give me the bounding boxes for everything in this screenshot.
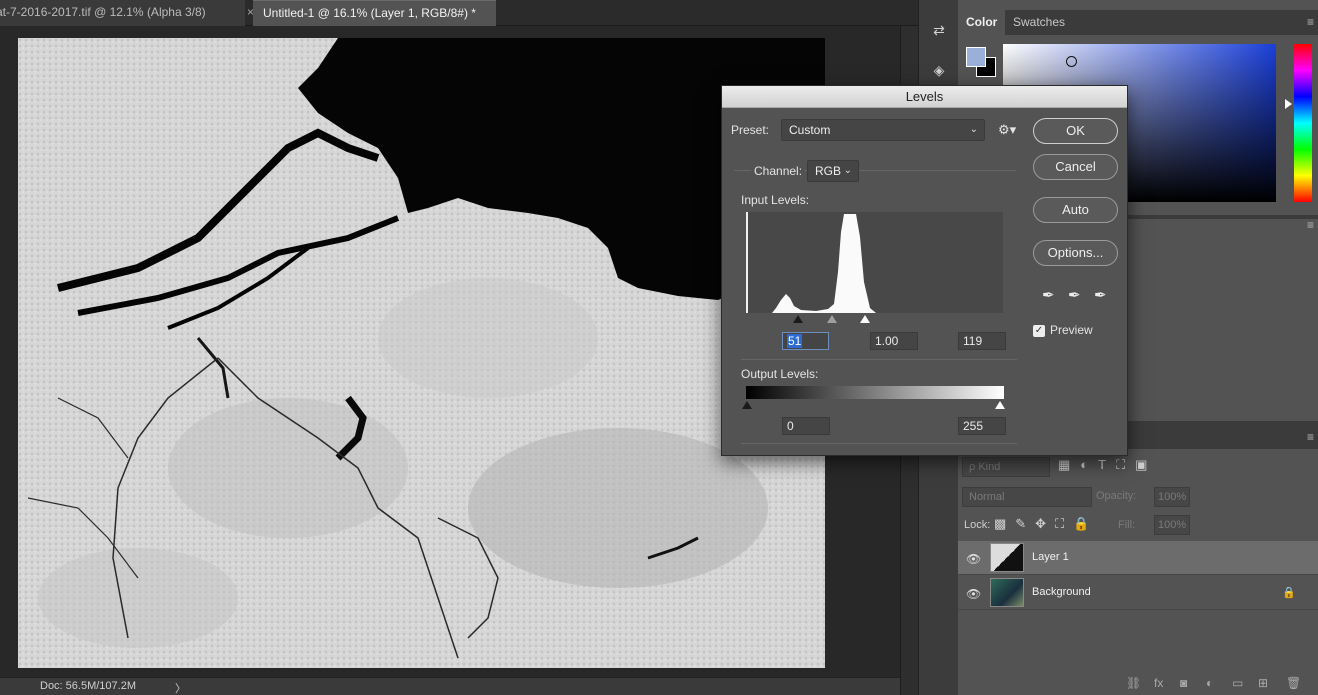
gray-eyedropper-icon[interactable]: ✒	[1068, 286, 1081, 304]
output-levels-label: Output Levels:	[741, 367, 819, 381]
blend-mode-select[interactable]: Normal	[962, 487, 1092, 507]
cancel-button[interactable]: Cancel	[1033, 154, 1118, 180]
panel-menu-icon[interactable]: ≡	[1307, 15, 1314, 29]
panel-menu-icon[interactable]: ≡	[1307, 430, 1314, 444]
layers-panel-footer: ⛓ fx ◙ ◐ ▭ ⊞ 🗑	[958, 675, 1318, 695]
input-gamma-slider[interactable]	[827, 315, 837, 323]
visibility-eye-icon[interactable]: 👁	[966, 552, 981, 566]
color-panel-tabs: Color Swatches ≡	[958, 10, 1318, 35]
status-bar: Doc: 56.5M/107.2M 〉	[0, 677, 900, 695]
3d-panel-icon[interactable]: ◈	[929, 62, 949, 82]
panel-menu-icon[interactable]: ≡	[1307, 218, 1314, 232]
output-black-field[interactable]: 0	[782, 417, 830, 435]
input-black-slider[interactable]	[793, 315, 803, 323]
layer-filter-icons: ▦◐T⛶▣	[1058, 457, 1158, 472]
layer-thumbnail	[990, 543, 1024, 572]
black-eyedropper-icon[interactable]: ✒	[1042, 286, 1055, 304]
white-eyedropper-icon[interactable]: ✒	[1094, 286, 1107, 304]
chevron-down-icon: ⌄	[843, 165, 852, 176]
output-group-line	[741, 359, 1017, 360]
layer-thumbnail	[990, 578, 1024, 607]
input-white-field[interactable]: 119	[958, 332, 1006, 350]
layer-style-fx-icon[interactable]: fx	[1154, 676, 1163, 690]
layer-row-background[interactable]: 👁 Background 🔒	[958, 576, 1318, 610]
output-white-field[interactable]: 255	[958, 417, 1006, 435]
levels-dialog: Levels Preset: Custom ⌄ ⚙▾ Channel: RGB …	[721, 85, 1128, 456]
add-mask-icon[interactable]: ◙	[1180, 676, 1187, 690]
layer-row-layer-1[interactable]: 👁 Layer 1	[958, 541, 1318, 575]
tab-label: at-7-2016-2017.tif @ 12.1% (Alpha 3/8)	[0, 5, 206, 19]
foreground-color-swatch[interactable]	[966, 47, 986, 67]
color-picker-cursor[interactable]	[1066, 56, 1077, 67]
channel-value: RGB	[815, 164, 842, 178]
input-white-slider[interactable]	[860, 315, 870, 323]
input-gamma-field[interactable]: 1.00	[870, 332, 918, 350]
histogram-graph	[772, 214, 876, 313]
tab-document-landsat[interactable]: at-7-2016-2017.tif @ 12.1% (Alpha 3/8)	[0, 0, 245, 26]
tab-swatches[interactable]: Swatches	[1005, 10, 1073, 35]
auto-button[interactable]: Auto	[1033, 197, 1118, 223]
channel-select[interactable]: RGB ⌄	[807, 160, 859, 182]
preview-label: Preview	[1050, 323, 1093, 337]
layer-lock-icon: 🔒	[1282, 587, 1296, 599]
fill-input[interactable]: 100%	[1154, 515, 1190, 535]
history-panel-icon[interactable]: ⇄	[929, 22, 949, 42]
layers-panel: ρ Kind ▦◐T⛶▣ Normal Opacity: 100% Lock: …	[958, 449, 1318, 695]
doc-size-readout: Doc: 56.5M/107.2M	[40, 680, 136, 692]
tab-label: Untitled-1 @ 16.1% (Layer 1, RGB/8#) *	[263, 6, 476, 20]
layer-kind-filter-select[interactable]: ρ Kind	[962, 457, 1050, 477]
output-bottom-line	[741, 443, 1017, 444]
channel-label: Channel:	[751, 164, 806, 178]
opacity-label: Opacity:	[1096, 490, 1137, 502]
visibility-eye-icon[interactable]: 👁	[966, 587, 981, 601]
link-layers-icon[interactable]: ⛓	[1126, 676, 1141, 690]
layer-name: Background	[1032, 586, 1091, 598]
hue-slider[interactable]	[1294, 44, 1312, 202]
satellite-image	[18, 38, 825, 668]
lock-options-icons[interactable]: ▩✎✥⛶🔒	[994, 516, 1098, 532]
ok-button[interactable]: OK	[1033, 118, 1118, 144]
fill-label: Fill:	[1118, 519, 1136, 531]
output-gradient-bar	[746, 386, 1004, 399]
new-group-icon[interactable]: ▭	[1232, 676, 1243, 690]
dialog-title[interactable]: Levels	[722, 86, 1127, 108]
preset-label: Preset:	[731, 123, 770, 137]
gear-icon[interactable]: ⚙▾	[998, 122, 1016, 138]
histogram	[746, 212, 1003, 313]
opacity-input[interactable]: 100%	[1154, 487, 1190, 507]
preset-value: Custom	[789, 123, 831, 137]
adjustment-layer-icon[interactable]: ◐	[1206, 676, 1213, 690]
chevron-down-icon: ⌄	[969, 124, 978, 135]
document-image[interactable]	[18, 38, 825, 668]
tab-document-untitled[interactable]: Untitled-1 @ 16.1% (Layer 1, RGB/8#) *	[253, 0, 496, 26]
options-button[interactable]: Options...	[1033, 240, 1118, 266]
output-black-slider[interactable]	[742, 401, 752, 409]
new-layer-icon[interactable]: ⊞	[1258, 676, 1268, 690]
delete-layer-icon[interactable]: 🗑	[1286, 676, 1301, 690]
output-white-slider[interactable]	[995, 401, 1005, 409]
preset-select[interactable]: Custom ⌄	[781, 119, 985, 141]
input-levels-label: Input Levels:	[741, 193, 810, 207]
input-black-value: 51	[787, 334, 803, 348]
status-menu-arrow[interactable]: 〉	[175, 680, 186, 695]
tab-color[interactable]: Color	[958, 10, 1006, 35]
document-tab-bar: at-7-2016-2017.tif @ 12.1% (Alpha 3/8) ×…	[0, 0, 918, 26]
hue-slider-arrow[interactable]	[1285, 99, 1292, 109]
input-black-field[interactable]: 51	[782, 332, 829, 350]
lock-label: Lock:	[964, 519, 991, 531]
preview-checkbox[interactable]: ✓	[1033, 325, 1045, 337]
layer-name: Layer 1	[1032, 551, 1069, 563]
